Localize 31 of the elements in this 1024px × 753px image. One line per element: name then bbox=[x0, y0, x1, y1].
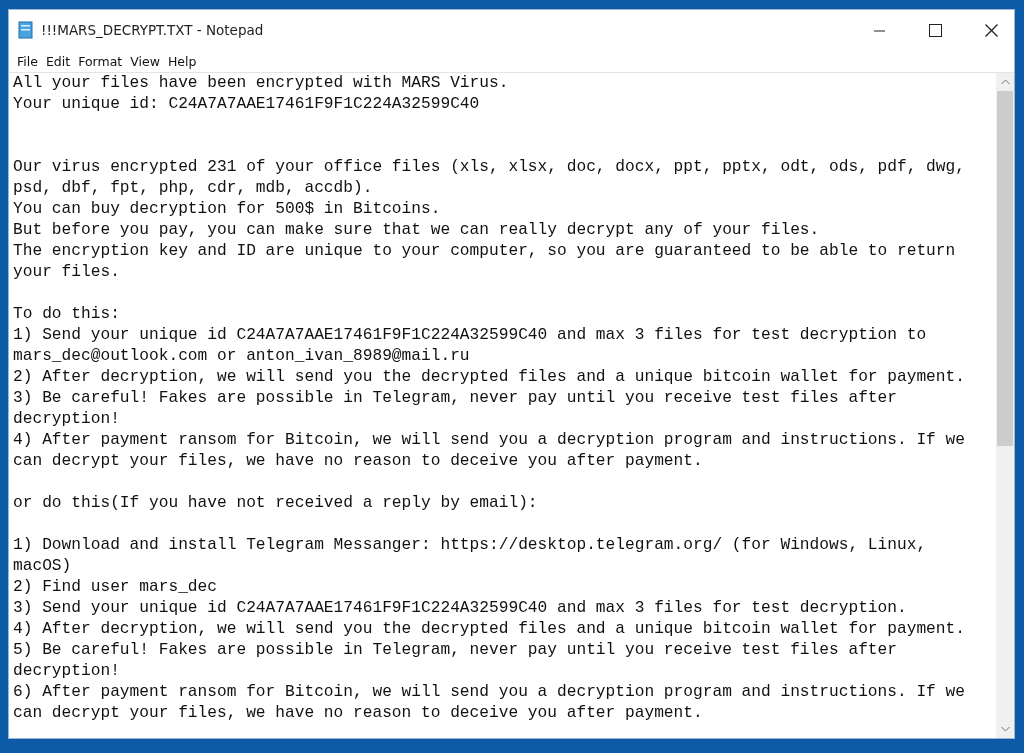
text-line: 2) After decryption, we will send you the decrypted files and a unique bitcoin wallet for payment. bbox=[13, 367, 966, 388]
text-line: 4) After payment ransom for Bitcoin, we will send you a decryption program and instructions. If we can decrypt your files, we have no reason to deceive you after payment. bbox=[13, 430, 966, 472]
scroll-down-icon[interactable] bbox=[1000, 726, 1010, 732]
text-line: 3) Be careful! Fakes are possible in Telegram, never pay until you receive test files after decryption! bbox=[13, 388, 898, 430]
text-line: All your files have been encrypted with MARS Virus. bbox=[13, 73, 510, 94]
text-line: 1) Download and install Telegram Messanger: https://desktop.telegram.org/ (for Windows, Linux, macOS) bbox=[13, 535, 928, 577]
scrollbar[interactable] bbox=[996, 73, 1014, 738]
menu-item[interactable]: File bbox=[13, 53, 42, 69]
menu-item[interactable]: Help bbox=[163, 53, 201, 69]
notepad-icon bbox=[17, 21, 35, 39]
menu-item[interactable]: Edit bbox=[41, 53, 75, 69]
text-line: Our virus encrypted 231 of your office files (xls, xlsx, doc, docx, ppt, pptx, odt, ods, pdf, dwg, psd, dbf, fpt, php, cdr, mdb, accdb). bbox=[13, 157, 966, 199]
text-line: 2) Find user mars_dec bbox=[13, 577, 218, 598]
text-line: Your unique id: C24A7A7AAE17461F9F1C224A32599C40 bbox=[13, 94, 481, 115]
text-line: 3) Send your unique id C24A7A7AAE17461F9F1C224A32599C40 and max 3 files for test decryption. bbox=[13, 598, 908, 619]
window-title: !!!MARS_DECRYPT.TXT - Notepad bbox=[41, 22, 265, 38]
scroll-thumb[interactable] bbox=[997, 91, 1013, 446]
text-line: 1) Send your unique id C24A7A7AAE17461F9F1C224A32599C40 and max 3 files for test decryption to mars_dec@outlook.com or anton_ivan_8989@mail.ru bbox=[13, 325, 928, 367]
maximize-icon bbox=[928, 23, 942, 37]
text-line: The encryption key and ID are unique to your computer, so you are guaranteed to be able to return your files. bbox=[13, 241, 957, 283]
text-line: To do this: bbox=[13, 304, 121, 325]
menu-item[interactable]: Format bbox=[74, 53, 127, 69]
text-line: or do this(If you have not received a reply by email): bbox=[13, 493, 539, 514]
text-line: 6) After payment ransom for Bitcoin, we will send you a decryption program and instructions. If we can decrypt your files, we have no reason to deceive you after payment. bbox=[13, 682, 966, 724]
text-line: You can buy decryption for 500$ in Bitcoins. bbox=[13, 199, 442, 220]
scroll-up-icon[interactable] bbox=[1000, 79, 1010, 85]
text-line: 5) Be careful! Fakes are possible in Telegram, never pay until you receive test files after decryption! bbox=[13, 640, 898, 682]
text-line: But before you pay, you can make sure that we can really decrypt any of your files. bbox=[13, 220, 821, 241]
close-icon bbox=[984, 23, 998, 37]
text-line: 4) After decryption, we will send you the decrypted files and a unique bitcoin wallet for payment. bbox=[13, 619, 966, 640]
menu-item[interactable]: View bbox=[126, 53, 164, 69]
